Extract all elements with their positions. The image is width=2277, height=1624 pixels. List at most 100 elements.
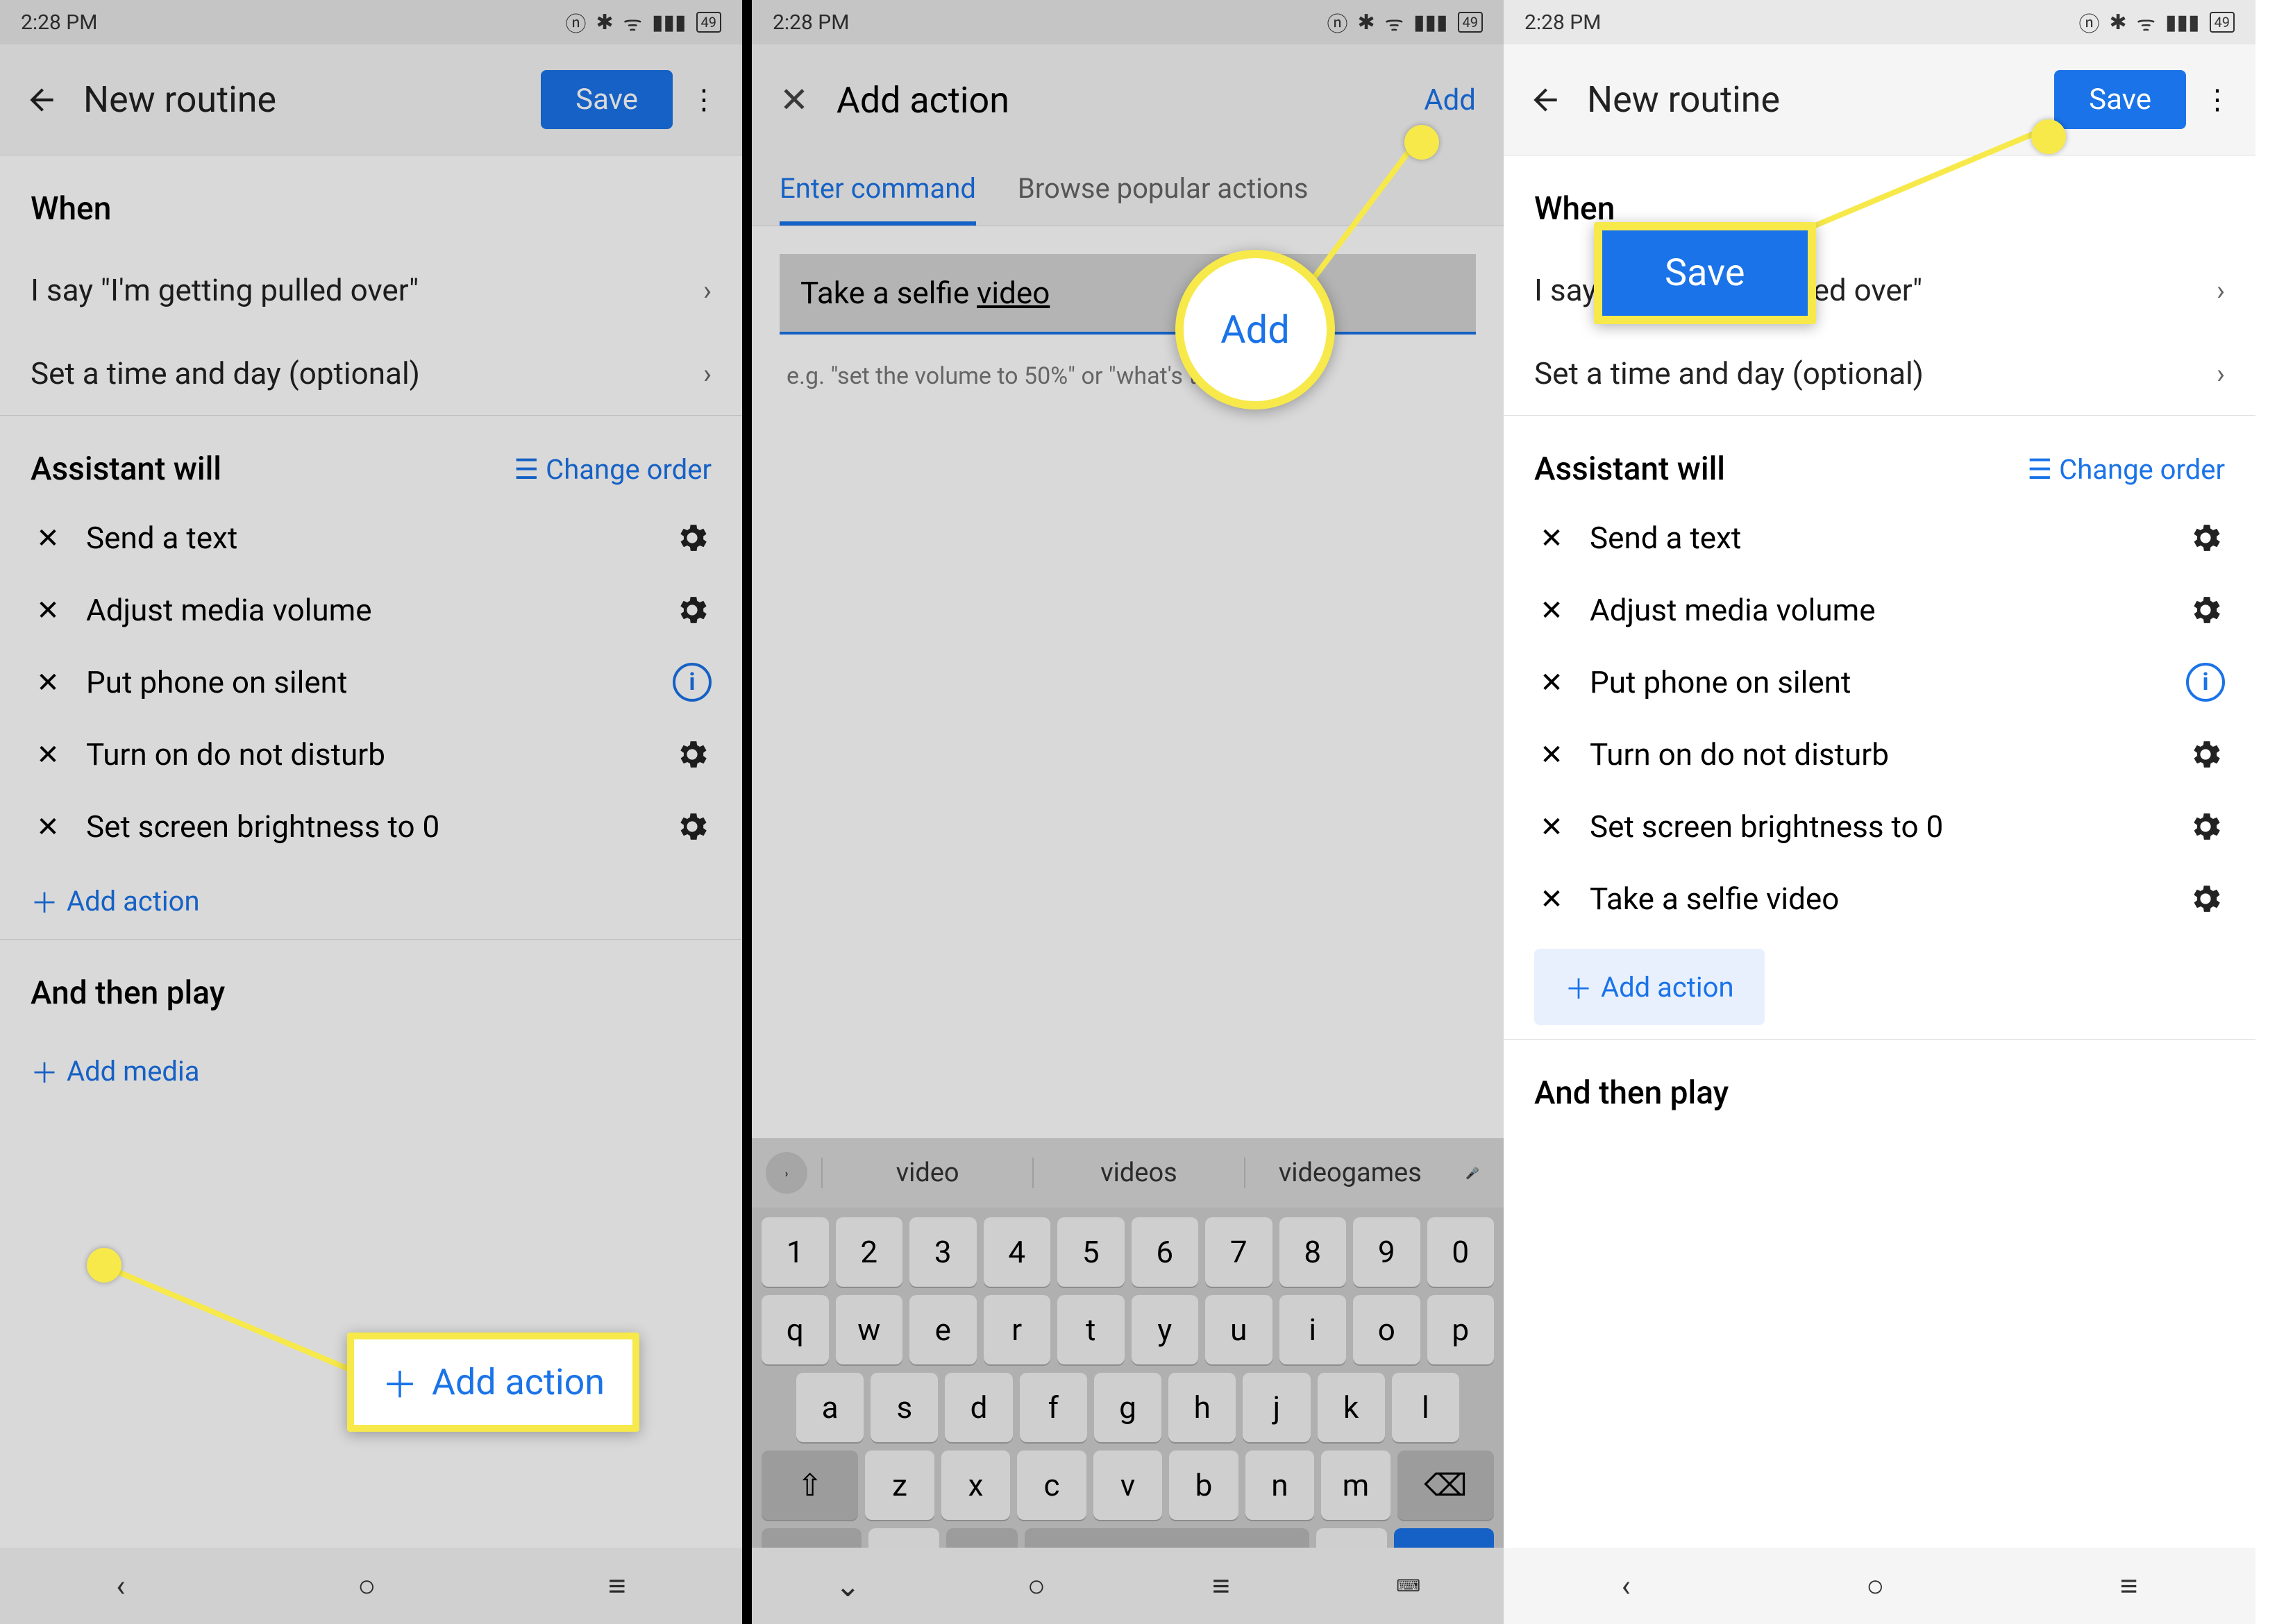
backspace-key-icon[interactable]: ⌫: [1397, 1450, 1494, 1520]
change-order-label: Change order: [2059, 453, 2225, 486]
gear-icon[interactable]: [673, 735, 712, 774]
key-m[interactable]: m: [1321, 1450, 1390, 1520]
keyboard-collapse-icon[interactable]: ⌄: [835, 1568, 861, 1604]
gear-icon[interactable]: [673, 591, 712, 629]
key-z[interactable]: z: [865, 1450, 934, 1520]
add-button[interactable]: Add: [1424, 83, 1476, 117]
save-button[interactable]: Save: [541, 70, 673, 129]
key-7[interactable]: 7: [1205, 1217, 1272, 1287]
shift-key-icon[interactable]: ⇧: [762, 1450, 858, 1520]
remove-x-icon[interactable]: ✕: [31, 522, 65, 555]
key-2[interactable]: 2: [836, 1217, 903, 1287]
key-p[interactable]: p: [1427, 1295, 1495, 1364]
recents-nav-icon[interactable]: ≡: [608, 1568, 626, 1604]
status-time: 2:28 PM: [1524, 10, 1601, 35]
info-icon[interactable]: i: [2186, 663, 2225, 702]
recents-nav-icon[interactable]: ≡: [2120, 1568, 2138, 1604]
back-nav-icon[interactable]: ‹: [116, 1568, 125, 1604]
home-nav-icon[interactable]: ○: [1027, 1568, 1046, 1604]
home-nav-icon[interactable]: ○: [1866, 1568, 1885, 1604]
remove-x-icon[interactable]: ✕: [31, 666, 65, 699]
key-h[interactable]: h: [1168, 1373, 1236, 1442]
remove-x-icon[interactable]: ✕: [1534, 883, 1569, 915]
add-action-link[interactable]: ＋ Add action: [0, 863, 742, 939]
gear-icon[interactable]: [2186, 879, 2225, 918]
add-action-link[interactable]: ＋ Add action: [1534, 949, 1765, 1025]
save-button[interactable]: Save: [2054, 70, 2186, 129]
key-s[interactable]: s: [871, 1373, 938, 1442]
keyboard-switch-icon[interactable]: ⌨: [1396, 1576, 1420, 1596]
key-u[interactable]: u: [1205, 1295, 1272, 1364]
gear-icon[interactable]: [2186, 807, 2225, 846]
key-a[interactable]: a: [796, 1373, 864, 1442]
key-r[interactable]: r: [984, 1295, 1051, 1364]
key-e[interactable]: e: [909, 1295, 977, 1364]
recents-nav-icon[interactable]: ≡: [1212, 1568, 1230, 1604]
tab-browse-actions[interactable]: Browse popular actions: [1018, 155, 1309, 226]
key-3[interactable]: 3: [909, 1217, 977, 1287]
remove-x-icon[interactable]: ✕: [1534, 594, 1569, 627]
key-b[interactable]: b: [1169, 1450, 1238, 1520]
action-row: ✕Send a text: [0, 502, 742, 574]
close-icon[interactable]: ✕: [780, 80, 809, 121]
gear-icon[interactable]: [2186, 591, 2225, 629]
key-w[interactable]: w: [836, 1295, 903, 1364]
key-0[interactable]: 0: [1427, 1217, 1495, 1287]
key-i[interactable]: i: [1279, 1295, 1347, 1364]
when-trigger-row[interactable]: I say "I'm getting pulled over" ›: [0, 248, 742, 332]
key-1[interactable]: 1: [762, 1217, 829, 1287]
change-order-button[interactable]: ☰ Change order: [2027, 453, 2225, 486]
remove-x-icon[interactable]: ✕: [1534, 666, 1569, 699]
gear-icon[interactable]: [673, 807, 712, 846]
add-media-label: Add media: [67, 1055, 199, 1088]
gear-icon[interactable]: [2186, 735, 2225, 774]
key-q[interactable]: q: [762, 1295, 829, 1364]
remove-x-icon[interactable]: ✕: [1534, 522, 1569, 555]
key-f[interactable]: f: [1020, 1373, 1087, 1442]
gear-icon[interactable]: [2186, 518, 2225, 557]
gear-icon[interactable]: [673, 518, 712, 557]
key-x[interactable]: x: [941, 1450, 1010, 1520]
home-nav-icon[interactable]: ○: [358, 1568, 376, 1604]
key-d[interactable]: d: [945, 1373, 1012, 1442]
mic-icon[interactable]: 🎤: [1455, 1167, 1490, 1180]
remove-x-icon[interactable]: ✕: [1534, 811, 1569, 843]
key-4[interactable]: 4: [984, 1217, 1051, 1287]
when-schedule-row[interactable]: Set a time and day (optional) ›: [0, 332, 742, 415]
tab-enter-command[interactable]: Enter command: [780, 155, 976, 226]
remove-x-icon[interactable]: ✕: [1534, 738, 1569, 771]
remove-x-icon[interactable]: ✕: [31, 811, 65, 843]
when-schedule-row[interactable]: Set a time and day (optional) ›: [1504, 332, 2255, 415]
key-9[interactable]: 9: [1353, 1217, 1420, 1287]
remove-x-icon[interactable]: ✕: [31, 738, 65, 771]
command-input[interactable]: Take a selfie video: [780, 254, 1476, 335]
key-o[interactable]: o: [1353, 1295, 1420, 1364]
suggestion-chip[interactable]: videos: [1032, 1158, 1243, 1188]
chevron-right-icon: ›: [2217, 274, 2225, 307]
expand-suggestions-icon[interactable]: ›: [766, 1152, 807, 1194]
info-icon[interactable]: i: [673, 663, 712, 702]
key-n[interactable]: n: [1245, 1450, 1314, 1520]
back-arrow-icon[interactable]: [21, 79, 62, 121]
suggestion-chip[interactable]: video: [821, 1158, 1032, 1188]
overflow-menu-icon[interactable]: ⋮: [687, 83, 721, 116]
key-k[interactable]: k: [1318, 1373, 1385, 1442]
suggestion-chip[interactable]: videogames: [1244, 1158, 1455, 1188]
key-8[interactable]: 8: [1279, 1217, 1347, 1287]
back-arrow-icon[interactable]: [1524, 79, 1566, 121]
overflow-menu-icon[interactable]: ⋮: [2200, 83, 2235, 116]
key-5[interactable]: 5: [1057, 1217, 1125, 1287]
key-v[interactable]: v: [1093, 1450, 1162, 1520]
change-order-button[interactable]: ☰ Change order: [514, 453, 712, 486]
key-g[interactable]: g: [1094, 1373, 1161, 1442]
remove-x-icon[interactable]: ✕: [31, 594, 65, 627]
key-y[interactable]: y: [1132, 1295, 1199, 1364]
add-media-link[interactable]: ＋ Add media: [0, 1033, 742, 1109]
key-6[interactable]: 6: [1132, 1217, 1199, 1287]
key-j[interactable]: j: [1243, 1373, 1310, 1442]
key-t[interactable]: t: [1057, 1295, 1125, 1364]
key-c[interactable]: c: [1017, 1450, 1086, 1520]
back-nav-icon[interactable]: ‹: [1622, 1568, 1631, 1604]
key-l[interactable]: l: [1392, 1373, 1459, 1442]
chevron-right-icon: ›: [2217, 357, 2225, 390]
